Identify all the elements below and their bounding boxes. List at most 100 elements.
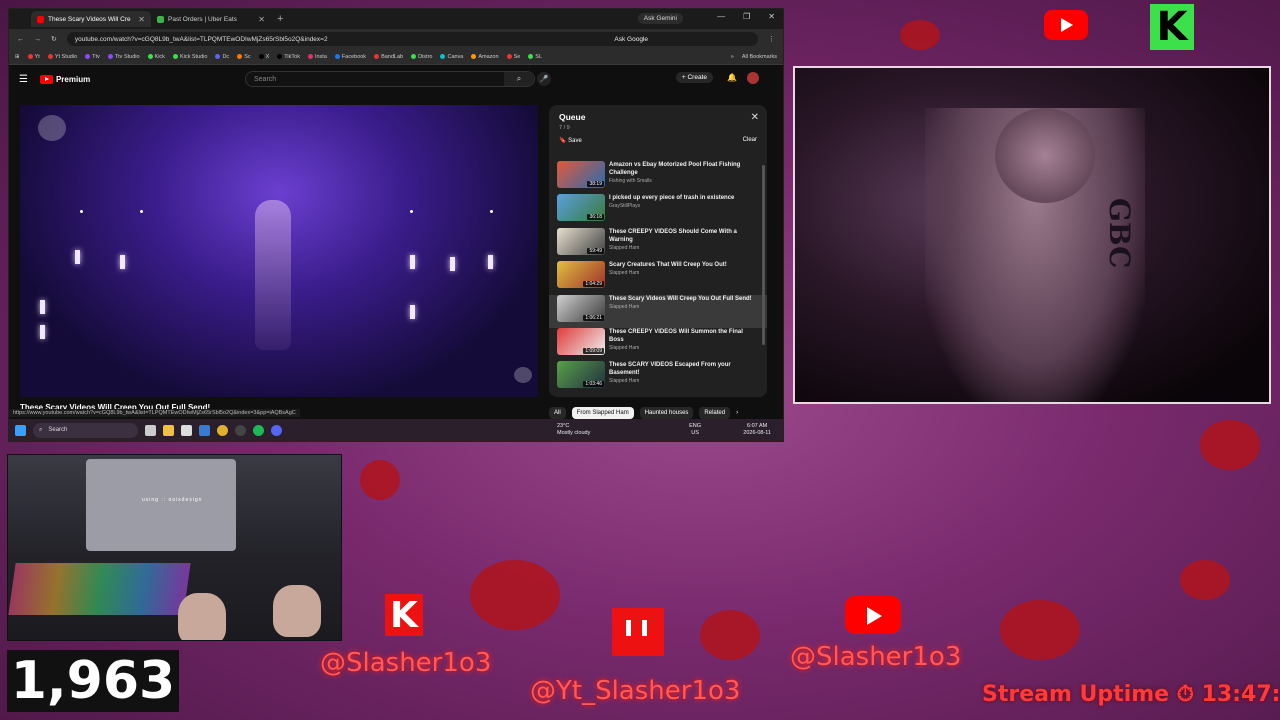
clock-time: 6:07 AM	[747, 423, 768, 429]
language-indicator[interactable]: ENG US	[689, 423, 701, 437]
ask-google-button[interactable]: Ask Google	[614, 36, 648, 43]
ask-gemini-button[interactable]: Ask Gemini	[637, 13, 683, 24]
bookmark-item[interactable]: Ttv Studio	[107, 53, 140, 60]
menu-icon[interactable]: ☰	[19, 74, 28, 85]
queue-item-channel: Slapped Ham	[609, 378, 640, 385]
tab-youtube[interactable]: These Scary Videos Will Cre ✕	[31, 11, 151, 27]
new-tab-button[interactable]: +	[277, 13, 283, 25]
stage-light	[80, 210, 83, 213]
queue-item[interactable]: 36:18 I picked up every piece of trash i…	[549, 194, 767, 227]
taskbar-clock[interactable]: 6:07 AM 2026-08-11	[743, 423, 771, 437]
forward-icon[interactable]: →	[34, 36, 41, 43]
tab-uber-eats[interactable]: Past Orders | Uber Eats ✕	[151, 11, 271, 27]
queue-item[interactable]: 38:19 Amazon vs Ebay Motorized Pool Floa…	[549, 161, 767, 194]
bookmark-item[interactable]: Sc	[237, 54, 251, 60]
bookmark-item[interactable]: Insta	[307, 54, 327, 60]
all-bookmarks-button[interactable]: All Bookmarks	[742, 54, 777, 60]
chip-related[interactable]: Related	[699, 407, 731, 419]
bookmark-item[interactable]: Dc	[215, 54, 229, 60]
discord-icon[interactable]	[271, 424, 282, 436]
bookmark-item[interactable]: Yt Studio	[47, 53, 77, 60]
queue-item[interactable]: 59:49 These CREEPY VIDEOS Should Come Wi…	[549, 227, 767, 261]
search-placeholder: Search	[254, 75, 277, 83]
bookmark-favicon-icon	[528, 53, 534, 59]
queue-item[interactable]: 1:04:29 Scary Creatures That Will Creep …	[549, 261, 767, 294]
file-explorer-icon[interactable]	[163, 424, 174, 436]
microphone-icon[interactable]: 🎤	[537, 72, 551, 86]
chip-haunted-houses[interactable]: Haunted houses	[639, 407, 694, 419]
minimize-icon[interactable]: —	[717, 12, 725, 21]
stream-uptime: Stream Uptime ⏱ 13:47:00	[982, 682, 1280, 707]
bookmark-favicon-icon	[107, 53, 113, 59]
bookmark-item[interactable]: X	[258, 54, 269, 60]
bookmark-item[interactable]: SL	[528, 54, 542, 60]
chip-from-slapped-ham[interactable]: From Slapped Ham	[571, 407, 634, 419]
avatar[interactable]	[747, 72, 759, 84]
maximize-icon[interactable]: ❐	[743, 12, 750, 21]
close-tab-icon[interactable]: ✕	[138, 15, 145, 24]
bookmark-item[interactable]: Se	[506, 53, 520, 60]
store-icon[interactable]	[199, 424, 210, 436]
blood-splatter	[470, 560, 560, 630]
reload-icon[interactable]: ↻	[51, 35, 57, 43]
bookmark-item[interactable]: Ttv	[85, 54, 100, 60]
taskbar-search[interactable]: ⌕ Search	[33, 422, 138, 438]
chevron-right-icon[interactable]: ›	[736, 410, 738, 416]
obs-icon[interactable]	[235, 424, 246, 436]
bookmark-item[interactable]: Amazon	[471, 54, 499, 60]
queue-item-current[interactable]: 1:06:21 These Scary Videos Will Creep Yo…	[549, 294, 767, 328]
taskbar-weather[interactable]: 23°C Mostly cloudy	[557, 423, 590, 437]
back-icon[interactable]: ←	[17, 36, 24, 43]
queue-item[interactable]: 1:03:46 These SCARY VIDEOS Escaped From …	[549, 361, 767, 394]
video-thumbnail: 1:04:29	[557, 261, 605, 289]
video-player[interactable]	[20, 105, 538, 397]
bookmark-icon: 🔖	[559, 138, 567, 144]
queue-item-channel: Slapped Ham	[609, 303, 640, 310]
bookmark-favicon-icon	[47, 53, 53, 59]
close-tab-icon[interactable]: ✕	[258, 15, 265, 24]
bookmark-item[interactable]: Kick Studio	[172, 54, 207, 60]
url-field[interactable]: youtube.com/watch?v=cGQ8L9b_twA&list=TLP…	[66, 32, 758, 46]
notifications-icon[interactable]: 🔔	[727, 73, 737, 82]
hand-right	[273, 585, 321, 637]
bookmark-item[interactable]: Facebook	[334, 54, 366, 60]
extensions-icon[interactable]: ⋮	[768, 35, 775, 43]
apps-icon[interactable]: ⊞	[15, 54, 20, 60]
task-view-icon[interactable]	[145, 424, 156, 436]
twitch-icon	[612, 608, 664, 656]
bookmark-item[interactable]: TikTok	[277, 54, 300, 60]
save-button[interactable]: 🔖 Save	[559, 137, 582, 144]
bookmark-item[interactable]: Canva	[440, 54, 463, 60]
windows-start-icon[interactable]	[15, 424, 26, 436]
uptime-value: 13:47:00	[1201, 682, 1280, 707]
spotify-icon[interactable]	[253, 424, 264, 436]
youtube-favicon-icon	[37, 15, 44, 23]
bookmark-item[interactable]: BandLab	[374, 54, 403, 60]
blood-splatter	[360, 460, 400, 500]
bookmark-favicon-icon	[506, 53, 512, 59]
bookmark-item[interactable]: Yt	[27, 54, 40, 60]
bookmark-favicon-icon	[85, 53, 91, 59]
queue-item-title: These SCARY VIDEOS Escaped From your Bas…	[609, 362, 731, 377]
queue-item[interactable]: 1:09:09 These CREEPY VIDEOS Will Summon …	[549, 327, 767, 361]
widgets-icon[interactable]	[181, 424, 192, 436]
youtube-logo[interactable]: Premium	[39, 74, 90, 84]
create-button[interactable]: + Create	[675, 72, 713, 83]
close-icon[interactable]: ✕	[751, 112, 759, 123]
more-bookmarks-icon[interactable]: »	[731, 54, 734, 60]
stage-light	[410, 210, 413, 213]
streamer-figure: GBC	[925, 108, 1145, 402]
queue-item-title: Scary Creatures That Will Creep You Out!	[609, 262, 727, 269]
chrome-icon[interactable]	[217, 424, 228, 436]
youtube-handle: @Slasher1o3	[790, 642, 962, 672]
clear-button[interactable]: Clear	[743, 137, 757, 144]
queue-scrollbar[interactable]	[762, 165, 765, 345]
bookmark-item[interactable]: Kick	[147, 54, 165, 60]
search-icon[interactable]: ⌕	[504, 72, 534, 86]
chip-all[interactable]: All	[549, 407, 566, 419]
close-window-icon[interactable]: ✕	[768, 12, 775, 21]
queue-item-title: Amazon vs Ebay Motorized Pool Float Fish…	[609, 162, 741, 176]
bookmark-item[interactable]: Distro	[411, 54, 432, 60]
laptop: using :: ooisdesign	[86, 459, 236, 551]
search-input[interactable]: Search ⌕	[245, 71, 535, 87]
